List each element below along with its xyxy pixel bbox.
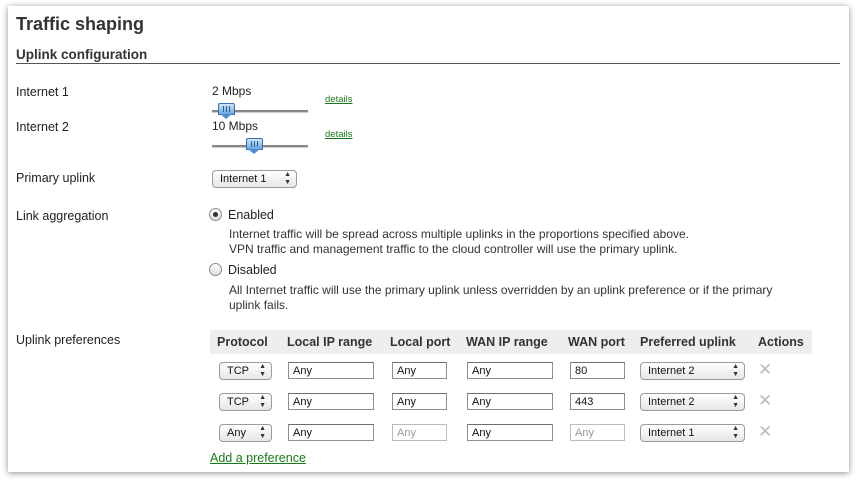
- internet-1-slider-handle[interactable]: [218, 103, 235, 119]
- internet-1-details-link[interactable]: details: [325, 94, 352, 105]
- internet-2-speed: 10 Mbps: [212, 119, 259, 133]
- row-2-wan-ip-input[interactable]: Any: [467, 393, 553, 410]
- row-1-uplink-value: Internet 2: [648, 365, 695, 377]
- select-arrows-icon: ▲ ▼: [284, 171, 291, 186]
- link-aggregation-label: Link aggregation: [16, 209, 109, 223]
- internet-1-speed: 2 Mbps: [212, 84, 252, 98]
- column-protocol: Protocol: [217, 335, 268, 349]
- select-arrows-icon: ▲ ▼: [732, 394, 739, 409]
- section-divider: [16, 63, 840, 64]
- primary-uplink-select[interactable]: Internet 1 ▲ ▼: [212, 170, 297, 188]
- row-1-protocol-select[interactable]: TCP ▲ ▼: [219, 362, 272, 380]
- column-wan-ip-range: WAN IP range: [466, 335, 548, 349]
- row-2-uplink-select[interactable]: Internet 2 ▲ ▼: [640, 393, 745, 411]
- enabled-radio[interactable]: [209, 208, 222, 221]
- row-3-uplink-value: Internet 1: [648, 427, 695, 439]
- disabled-description-1: All Internet traffic will use the primar…: [229, 283, 773, 297]
- row-3-protocol-select[interactable]: Any ▲ ▼: [219, 424, 272, 442]
- row-2-protocol-select[interactable]: TCP ▲ ▼: [219, 393, 272, 411]
- row-1-wan-ip-input[interactable]: Any: [467, 362, 553, 379]
- row-2-local-ip-input[interactable]: Any: [288, 393, 374, 410]
- disabled-description-2: uplink fails.: [229, 298, 289, 312]
- column-local-port: Local port: [390, 335, 451, 349]
- section-title: Uplink configuration: [16, 47, 148, 62]
- primary-uplink-label: Primary uplink: [16, 171, 96, 185]
- row-3-wan-port-input[interactable]: Any: [570, 424, 625, 441]
- row-1-protocol-value: TCP: [227, 365, 249, 377]
- internet-2-label: Internet 2: [16, 120, 69, 134]
- internet-2-details-link[interactable]: details: [325, 129, 352, 140]
- column-preferred-uplink: Preferred uplink: [640, 335, 736, 349]
- enabled-description-2: VPN traffic and management traffic to th…: [229, 242, 678, 256]
- column-actions: Actions: [758, 335, 804, 349]
- uplink-preferences-label: Uplink preferences: [16, 333, 121, 347]
- row-1-uplink-select[interactable]: Internet 2 ▲ ▼: [640, 362, 745, 380]
- disabled-radio-label[interactable]: Disabled: [228, 263, 277, 277]
- select-arrows-icon: ▲ ▼: [732, 425, 739, 440]
- internet-1-label: Internet 1: [16, 85, 69, 99]
- row-3-remove-close-icon[interactable]: ✕: [758, 423, 772, 440]
- page-title: Traffic shaping: [16, 14, 145, 34]
- internet-2-slider-handle[interactable]: [246, 138, 263, 154]
- traffic-shaping-panel: Traffic shaping Uplink configuration Int…: [8, 6, 849, 472]
- enabled-description-1: Internet traffic will be spread across m…: [229, 227, 690, 241]
- primary-uplink-value: Internet 1: [220, 173, 267, 185]
- row-2-protocol-value: TCP: [227, 396, 249, 408]
- row-3-wan-ip-input[interactable]: Any: [467, 424, 553, 441]
- row-1-wan-port-input[interactable]: 80: [570, 362, 625, 379]
- row-2-wan-port-input[interactable]: 443: [570, 393, 625, 410]
- enabled-radio-label[interactable]: Enabled: [228, 208, 274, 222]
- select-arrows-icon: ▲ ▼: [259, 363, 266, 378]
- row-1-local-port-input[interactable]: Any: [392, 362, 447, 379]
- row-3-local-port-input[interactable]: Any: [392, 424, 447, 441]
- row-2-local-port-input[interactable]: Any: [392, 393, 447, 410]
- add-preference-link[interactable]: Add a preference: [210, 451, 306, 465]
- select-arrows-icon: ▲ ▼: [732, 363, 739, 378]
- row-2-uplink-value: Internet 2: [648, 396, 695, 408]
- row-3-uplink-select[interactable]: Internet 1 ▲ ▼: [640, 424, 745, 442]
- column-wan-port: WAN port: [568, 335, 625, 349]
- column-local-ip-range: Local IP range: [287, 335, 373, 349]
- select-arrows-icon: ▲ ▼: [259, 394, 266, 409]
- row-3-protocol-value: Any: [227, 427, 246, 439]
- row-1-remove-close-icon[interactable]: ✕: [758, 361, 772, 378]
- row-2-remove-close-icon[interactable]: ✕: [758, 392, 772, 409]
- disabled-radio[interactable]: [209, 263, 222, 276]
- select-arrows-icon: ▲ ▼: [259, 425, 266, 440]
- row-3-local-ip-input[interactable]: Any: [288, 424, 374, 441]
- row-1-local-ip-input[interactable]: Any: [288, 362, 374, 379]
